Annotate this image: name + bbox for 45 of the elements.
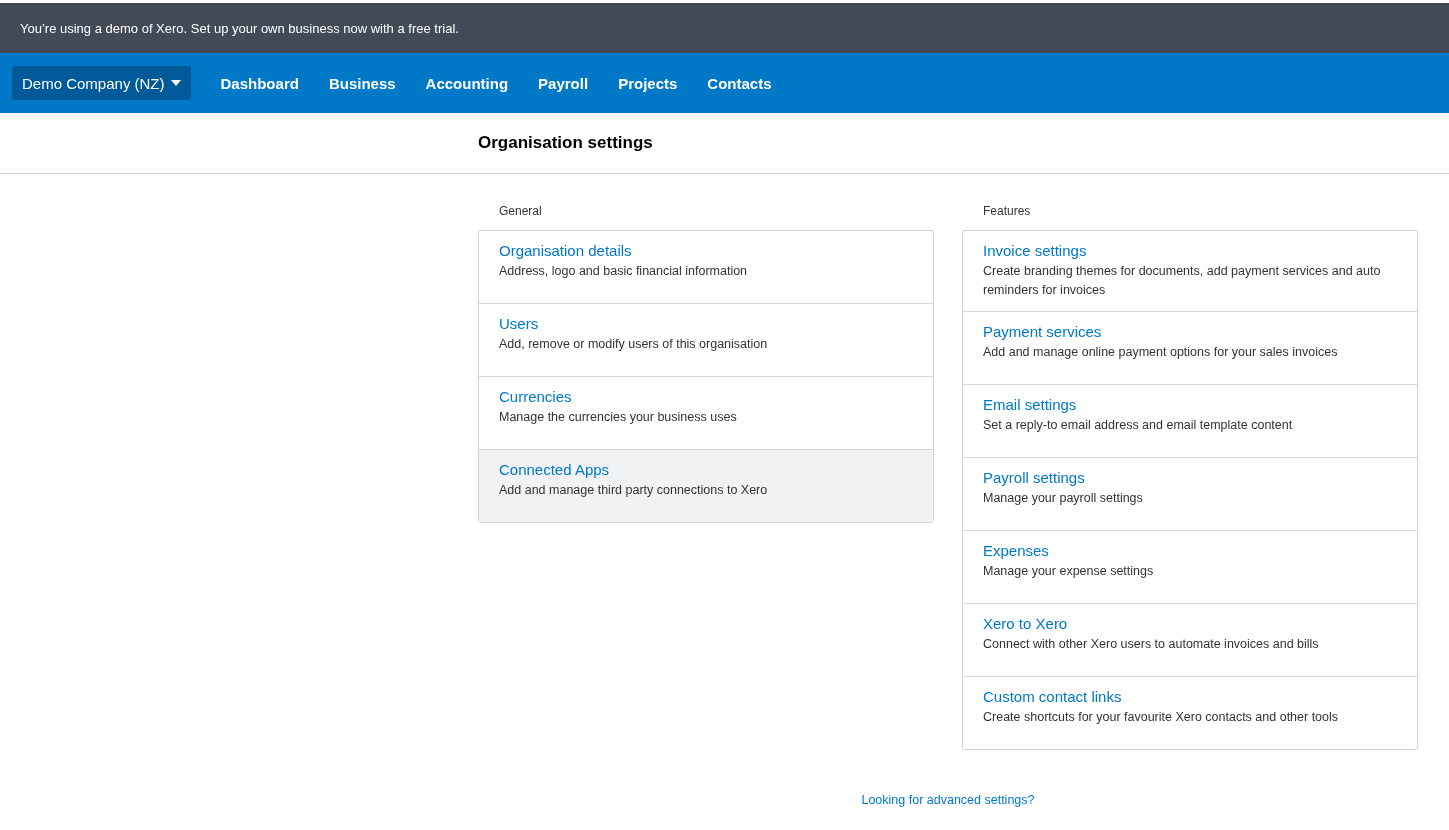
settings-list-item[interactable]: Expenses Manage your expense settings [963, 530, 1417, 603]
settings-description: Address, logo and basic financial information [499, 263, 749, 280]
page-title: Organisation settings [478, 133, 653, 153]
settings-list-item[interactable]: Custom contact links Create shortcuts for your favourite Xero contacts and other tools [963, 676, 1417, 749]
settings-description: Add, remove or modify users of this organisation [499, 336, 769, 353]
settings-link[interactable]: Expenses [983, 542, 1397, 559]
settings-description: Manage the currencies your business uses [499, 409, 738, 426]
settings-description: Add and manage online payment options for your sales invoices [983, 344, 1339, 361]
banner-text: You’re using a demo of Xero. Set up your own business now with a free trial. [20, 20, 459, 36]
settings-description: Create branding themes for documents, add payment services and auto reminders for invoices [983, 263, 1382, 299]
settings-link[interactable]: Payroll settings [983, 469, 1397, 486]
settings-list-item[interactable]: Payroll settings Manage your payroll settings [963, 457, 1417, 530]
section-heading: General [498, 204, 543, 220]
settings-description: Create shortcuts for your favourite Xero contacts and other tools [983, 709, 1340, 726]
settings-link[interactable]: Currencies [499, 388, 913, 405]
nav-menu-item[interactable]: Payroll [523, 74, 604, 92]
settings-list-item[interactable]: Invoice settings Create branding themes for documents, add payment services and auto reminders for invoices [963, 231, 1417, 311]
settings-link[interactable]: Organisation details [499, 242, 913, 259]
advanced-settings-link[interactable]: Looking for advanced settings? [861, 793, 1035, 807]
settings-link[interactable]: Invoice settings [983, 242, 1397, 259]
settings-description: Connect with other Xero users to automate invoices and bills [983, 636, 1320, 653]
nav-menu-item[interactable]: Projects [603, 74, 693, 92]
settings-link[interactable]: Xero to Xero [983, 615, 1397, 632]
settings-description: Add and manage third party connections to Xero [499, 482, 769, 499]
settings-list-item[interactable]: Connected Apps Add and manage third party connections to Xero [479, 449, 933, 522]
caret-icon [170, 80, 181, 86]
nav-menu-item[interactable]: Contacts [692, 74, 787, 92]
nav-menu-item[interactable]: Dashboard [205, 74, 314, 92]
settings-description: Manage your expense settings [983, 563, 1155, 580]
settings-link[interactable]: Custom contact links [983, 688, 1397, 705]
nav-menu-item[interactable]: Business [313, 74, 411, 92]
organisation-switcher[interactable]: Demo Company (NZ) [12, 66, 191, 100]
settings-link[interactable]: Connected Apps [499, 461, 913, 478]
settings-list-item[interactable]: Email settings Set a reply-to email address and email template content [963, 384, 1417, 457]
settings-list-item[interactable]: Payment services Add and manage online payment options for your sales invoices [963, 311, 1417, 384]
settings-link[interactable]: Payment services [983, 323, 1397, 340]
settings-description: Manage your payroll settings [983, 490, 1144, 507]
section-heading: Features [982, 204, 1032, 220]
settings-list-item[interactable]: Xero to Xero Connect with other Xero users to automate invoices and bills [963, 603, 1417, 676]
nav-menu-item[interactable]: Accounting [410, 74, 524, 92]
settings-description: Set a reply-to email address and email template content [983, 417, 1294, 434]
settings-list-item[interactable]: Organisation details Address, logo and basic financial information [479, 231, 933, 303]
settings-list-item[interactable]: Users Add, remove or modify users of this organisation [479, 303, 933, 376]
settings-link[interactable]: Users [499, 315, 913, 332]
settings-link[interactable]: Email settings [983, 396, 1397, 413]
